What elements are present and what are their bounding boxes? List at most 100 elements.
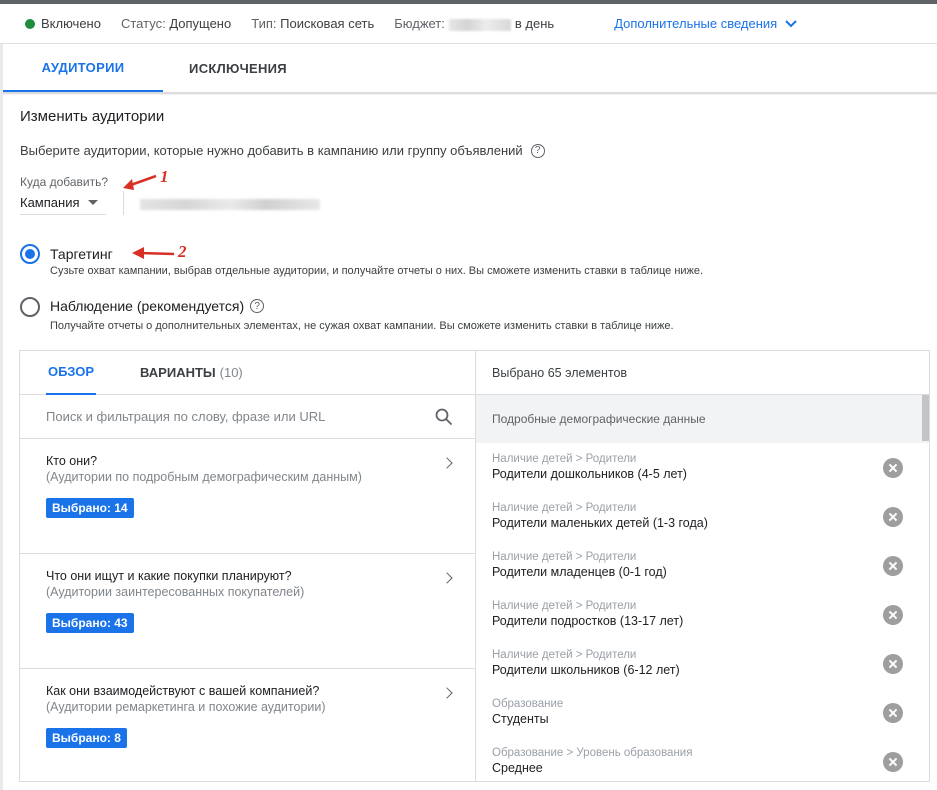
campaign-budget: Бюджет: в день — [394, 16, 554, 31]
section-description: Выберите аудитории, которые нужно добави… — [20, 143, 545, 158]
targeting-radio[interactable] — [20, 244, 40, 264]
help-icon[interactable]: ? — [530, 143, 545, 158]
category-remarketing[interactable]: Как они взаимодействуют с вашей компание… — [20, 669, 475, 781]
page-title: Изменить аудитории — [20, 108, 165, 125]
chevron-down-icon — [785, 19, 797, 27]
remove-icon[interactable] — [883, 703, 903, 723]
where-to-add-label: Куда добавить? — [20, 175, 109, 189]
item-name: Родители младенцев (0-1 год) — [492, 565, 667, 579]
red-arrow-icon — [123, 174, 157, 190]
item-name: Среднее — [492, 761, 543, 775]
list-item: Наличие детей > Родители Родители школьн… — [476, 645, 929, 694]
observation-radio[interactable] — [20, 297, 40, 317]
campaign-type: Тип: Поисковая сеть — [251, 16, 374, 31]
more-details-button[interactable]: Дополнительные сведения — [614, 16, 797, 31]
observation-title-row: Наблюдение (рекомендуется) ? — [50, 298, 265, 314]
remove-icon[interactable] — [883, 605, 903, 625]
tab-audiences[interactable]: АУДИТОРИИ — [3, 45, 163, 92]
dropdown-arrow-icon — [87, 200, 98, 205]
variants-label: ВАРИАНТЫ — [140, 365, 216, 380]
list-item: Наличие детей > Родители Родители дошкол… — [476, 449, 929, 498]
tabs-shadow — [3, 93, 937, 95]
audience-tabs: АУДИТОРИИ ИСКЛЮЧЕНИЯ — [3, 45, 937, 93]
audience-picker: ОБЗОР ВАРИАНТЫ (10) Поиск и фильтрация п… — [19, 350, 930, 782]
annotation-arrow-1: 1 — [120, 167, 180, 194]
item-name: Родители подростков (13-17 лет) — [492, 614, 684, 628]
item-path: Наличие детей > Родители — [492, 649, 637, 661]
campaign-enabled-status: Включено — [41, 16, 101, 31]
annotation-arrow-2: 2 — [130, 240, 200, 266]
observation-title: Наблюдение (рекомендуется) — [50, 298, 245, 314]
remove-icon[interactable] — [883, 556, 903, 576]
selected-count-badge: Выбрано: 43 — [46, 613, 134, 633]
selected-count-badge: Выбрано: 14 — [46, 498, 134, 518]
category-subtitle: (Аудитории ремаркетинга и похожие аудито… — [46, 700, 326, 714]
search-icon[interactable] — [435, 408, 453, 426]
budget-label: Бюджет: — [394, 16, 445, 31]
list-item: Наличие детей > Родители Родители малень… — [476, 498, 929, 547]
item-name: Родители маленьких детей (1-3 года) — [492, 516, 708, 530]
search-placeholder: Поиск и фильтрация по слову, фразе или U… — [46, 409, 326, 424]
tab-exclusions[interactable]: ИСКЛЮЧЕНИЯ — [163, 45, 313, 92]
item-path: Наличие детей > Родители — [492, 502, 637, 514]
status-label: Статус: — [120, 16, 166, 31]
approval-status: Статус: Допущено — [121, 16, 231, 31]
targeting-title: Таргетинг — [50, 246, 113, 262]
category-demographics[interactable]: Кто они? (Аудитории по подробным демогра… — [20, 439, 475, 554]
where-to-add-value: Кампания — [20, 195, 80, 210]
category-subtitle: (Аудитории по подробным демографическим … — [46, 470, 362, 484]
variants-count: (10) — [219, 365, 243, 380]
category-in-market[interactable]: Что они ищут и какие покупки планируют? … — [20, 554, 475, 669]
list-item: Наличие детей > Родители Родители младен… — [476, 547, 929, 596]
browse-panel: ОБЗОР ВАРИАНТЫ (10) Поиск и фильтрация п… — [20, 351, 476, 781]
status-value: Допущено — [169, 16, 232, 31]
tab-overview[interactable]: ОБЗОР — [46, 351, 97, 395]
description-text: Выберите аудитории, которые нужно добави… — [20, 143, 523, 158]
left-edge — [0, 44, 3, 790]
item-path: Образование — [492, 698, 564, 710]
tab-variants[interactable]: ВАРИАНТЫ (10) — [140, 351, 243, 395]
remove-icon[interactable] — [883, 752, 903, 772]
search-input[interactable]: Поиск и фильтрация по слову, фразе или U… — [20, 395, 475, 439]
selected-list: Наличие детей > Родители Родители дошкол… — [476, 443, 929, 781]
campaign-name-redacted — [140, 199, 320, 210]
item-path: Наличие детей > Родители — [492, 551, 637, 563]
where-to-add-select[interactable]: Кампания — [20, 191, 106, 215]
list-item: Образование Студенты — [476, 694, 929, 743]
annotation-number-1: 1 — [160, 167, 169, 186]
targeting-description: Сузьте охват кампании, выбрав отдельные … — [50, 265, 704, 277]
observation-description: Получайте отчеты о дополнительных элемен… — [50, 320, 674, 332]
field-divider — [123, 191, 124, 215]
type-label: Тип: — [251, 16, 277, 31]
item-name: Родители школьников (6-12 лет) — [492, 663, 680, 677]
remove-icon[interactable] — [883, 507, 903, 527]
type-value: Поисковая сеть — [280, 16, 375, 31]
campaign-status-bar: Включено Статус: Допущено Тип: Поисковая… — [0, 4, 937, 44]
budget-value-redacted — [448, 18, 511, 31]
annotation-number-2: 2 — [178, 242, 187, 261]
selected-count-badge: Выбрано: 8 — [46, 728, 127, 748]
category-subtitle: (Аудитории заинтересованных покупателей) — [46, 585, 305, 599]
red-arrow-icon — [132, 247, 175, 259]
browse-tabs: ОБЗОР ВАРИАНТЫ (10) — [20, 351, 475, 395]
selected-count-header: Выбрано 65 элементов — [476, 351, 929, 395]
help-icon[interactable]: ? — [250, 299, 265, 313]
scrollbar[interactable] — [922, 395, 929, 441]
category-title: Кто они? — [46, 454, 98, 468]
list-item: Наличие детей > Родители Родители подрос… — [476, 596, 929, 645]
selected-group-header: Подробные демографические данные — [476, 395, 929, 443]
item-path: Наличие детей > Родители — [492, 600, 637, 612]
category-title: Что они ищут и какие покупки планируют? — [46, 569, 292, 583]
budget-suffix: в день — [514, 16, 555, 31]
item-name: Родители дошкольников (4-5 лет) — [492, 467, 687, 481]
list-item: Образование > Уровень образования Средне… — [476, 743, 929, 781]
item-path: Образование > Уровень образования — [492, 747, 693, 759]
remove-icon[interactable] — [883, 654, 903, 674]
status-dot-icon — [25, 18, 35, 29]
item-name: Студенты — [492, 712, 549, 726]
remove-icon[interactable] — [883, 458, 903, 478]
selected-panel: Выбрано 65 элементов Подробные демографи… — [476, 351, 929, 781]
item-path: Наличие детей > Родители — [492, 453, 637, 465]
category-title: Как они взаимодействуют с вашей компание… — [46, 684, 320, 698]
more-details-label: Дополнительные сведения — [614, 16, 778, 31]
